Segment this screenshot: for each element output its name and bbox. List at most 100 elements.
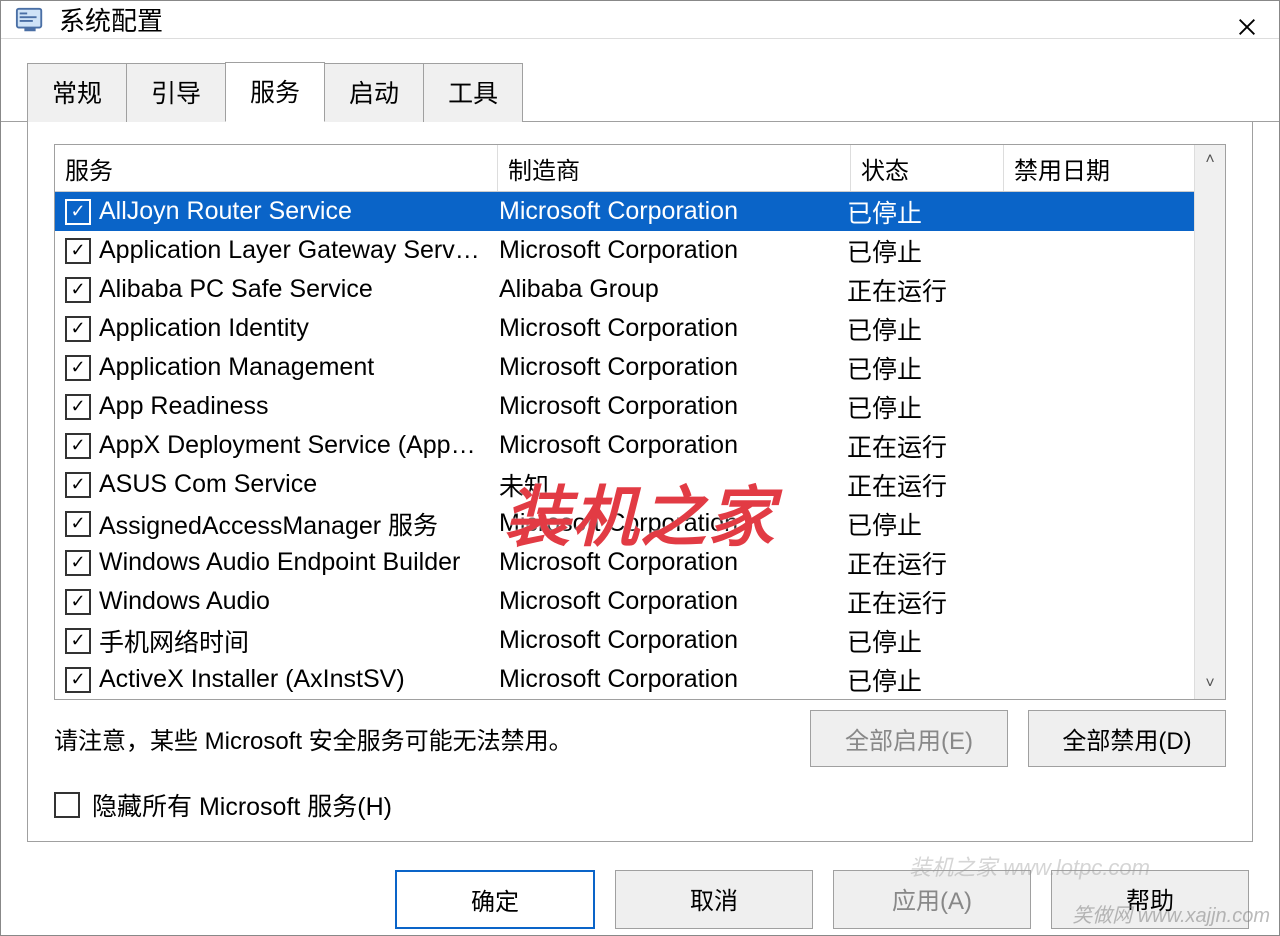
cell-service: App Readiness [91,392,491,421]
col-status[interactable]: 状态 [851,145,1004,191]
service-row[interactable]: ✓Windows AudioMicrosoft Corporation正在运行 [55,582,1194,621]
service-row[interactable]: ✓Application IdentityMicrosoft Corporati… [55,309,1194,348]
cell-manufacturer: Alibaba Group [491,275,839,304]
row-checkbox[interactable]: ✓ [65,394,91,420]
row-checkbox[interactable]: ✓ [65,667,91,693]
cell-status: 正在运行 [839,584,987,620]
row-checkbox[interactable]: ✓ [65,628,91,654]
close-button[interactable] [1227,7,1267,47]
list-content: 服务 制造商 状态 禁用日期 ✓AllJoyn Router ServiceMi… [55,145,1194,699]
row-checkbox[interactable]: ✓ [65,472,91,498]
cell-status: 正在运行 [839,545,987,581]
cancel-button[interactable]: 取消 [615,870,813,929]
service-row[interactable]: ✓手机网络时间Microsoft Corporation已停止 [55,621,1194,660]
cell-manufacturer: 未知 [491,467,839,503]
tab-3[interactable]: 启动 [324,63,424,122]
row-checkbox[interactable]: ✓ [65,550,91,576]
cell-service: Windows Audio [91,587,491,616]
service-row[interactable]: ✓Application ManagementMicrosoft Corpora… [55,348,1194,387]
cell-status: 已停止 [839,350,987,386]
window-title: 系统配置 [59,1,163,38]
col-service[interactable]: 服务 [55,145,498,191]
service-row[interactable]: ✓Application Layer Gateway ServiceMicros… [55,231,1194,270]
cell-service: AllJoyn Router Service [91,197,491,226]
row-checkbox[interactable]: ✓ [65,199,91,225]
cell-manufacturer: Microsoft Corporation [491,626,839,655]
cell-manufacturer: Microsoft Corporation [491,353,839,382]
service-row[interactable]: ✓ActiveX Installer (AxInstSV)Microsoft C… [55,660,1194,699]
cell-status: 已停止 [839,623,987,659]
row-checkbox[interactable]: ✓ [65,433,91,459]
cell-service: Application Layer Gateway Service [91,236,491,265]
cell-status: 正在运行 [839,428,987,464]
scrollbar[interactable]: ˄ ˅ [1194,145,1225,699]
service-row[interactable]: ✓AllJoyn Router ServiceMicrosoft Corpora… [55,192,1194,231]
tabs: 常规引导服务启动工具 [1,61,1279,122]
col-disabled-date[interactable]: 禁用日期 [1004,145,1194,191]
cell-status: 已停止 [839,311,987,347]
column-headers: 服务 制造商 状态 禁用日期 [55,145,1194,192]
cell-status: 已停止 [839,233,987,269]
cell-manufacturer: Microsoft Corporation [491,392,839,421]
cell-service: 手机网络时间 [91,623,491,659]
hide-ms-checkbox[interactable] [54,792,80,818]
cell-manufacturer: Microsoft Corporation [491,431,839,460]
cell-status: 已停止 [839,506,987,542]
enable-all-button[interactable]: 全部启用(E) [810,710,1008,767]
row-checkbox[interactable]: ✓ [65,589,91,615]
row-checkbox[interactable]: ✓ [65,316,91,342]
services-panel: 服务 制造商 状态 禁用日期 ✓AllJoyn Router ServiceMi… [27,122,1253,842]
service-row[interactable]: ✓AssignedAccessManager 服务Microsoft Corpo… [55,504,1194,543]
titlebar: 系统配置 [1,1,1279,39]
ok-button[interactable]: 确定 [395,870,595,929]
cell-status: 已停止 [839,389,987,425]
row-checkbox[interactable]: ✓ [65,355,91,381]
cell-status: 已停止 [839,194,987,230]
note-row: 请注意，某些 Microsoft 安全服务可能无法禁用。 全部启用(E) 全部禁… [28,710,1252,767]
cell-manufacturer: Microsoft Corporation [491,236,839,265]
cell-manufacturer: Microsoft Corporation [491,665,839,694]
cell-status: 正在运行 [839,272,987,308]
msconfig-window: 系统配置 常规引导服务启动工具 服务 制造商 状态 禁用日期 ✓AllJoyn … [0,0,1280,936]
cell-manufacturer: Microsoft Corporation [491,587,839,616]
service-row[interactable]: ✓Alibaba PC Safe ServiceAlibaba Group正在运… [55,270,1194,309]
tab-1[interactable]: 引导 [126,63,226,122]
disable-all-button[interactable]: 全部禁用(D) [1028,710,1226,767]
cell-service: ActiveX Installer (AxInstSV) [91,665,491,694]
tab-0[interactable]: 常规 [27,63,127,122]
tab-4[interactable]: 工具 [423,63,523,122]
cell-manufacturer: Microsoft Corporation [491,509,839,538]
cell-status: 已停止 [839,662,987,698]
service-row[interactable]: ✓AppX Deployment Service (AppX...Microso… [55,426,1194,465]
col-manufacturer[interactable]: 制造商 [498,145,851,191]
hide-ms-label[interactable]: 隐藏所有 Microsoft 服务(H) [92,787,392,823]
service-row[interactable]: ✓ASUS Com Service未知正在运行 [55,465,1194,504]
rows-container: ✓AllJoyn Router ServiceMicrosoft Corpora… [55,192,1194,699]
cell-service: Windows Audio Endpoint Builder [91,548,491,577]
scroll-up-icon[interactable]: ˄ [1195,145,1225,175]
msconfig-icon [15,5,45,35]
service-row[interactable]: ✓App ReadinessMicrosoft Corporation已停止 [55,387,1194,426]
service-row[interactable]: ✓Windows Audio Endpoint BuilderMicrosoft… [55,543,1194,582]
hide-ms-row: 隐藏所有 Microsoft 服务(H) [28,767,1252,823]
services-list: 服务 制造商 状态 禁用日期 ✓AllJoyn Router ServiceMi… [54,144,1226,700]
dialog-footer: 确定 取消 应用(A) 帮助 [1,842,1279,936]
cell-service: AppX Deployment Service (AppX... [91,431,491,460]
row-checkbox[interactable]: ✓ [65,238,91,264]
cell-manufacturer: Microsoft Corporation [491,197,839,226]
scroll-down-icon[interactable]: ˅ [1195,669,1225,699]
cell-status: 正在运行 [839,467,987,503]
cell-manufacturer: Microsoft Corporation [491,548,839,577]
cell-service: Application Management [91,353,491,382]
tab-2[interactable]: 服务 [225,62,325,122]
row-checkbox[interactable]: ✓ [65,511,91,537]
help-button[interactable]: 帮助 [1051,870,1249,929]
close-icon [1236,16,1258,38]
cell-service: AssignedAccessManager 服务 [91,506,491,542]
cell-service: Alibaba PC Safe Service [91,275,491,304]
cell-manufacturer: Microsoft Corporation [491,314,839,343]
note-text: 请注意，某些 Microsoft 安全服务可能无法禁用。 [54,721,790,756]
row-checkbox[interactable]: ✓ [65,277,91,303]
cell-service: Application Identity [91,314,491,343]
apply-button[interactable]: 应用(A) [833,870,1031,929]
